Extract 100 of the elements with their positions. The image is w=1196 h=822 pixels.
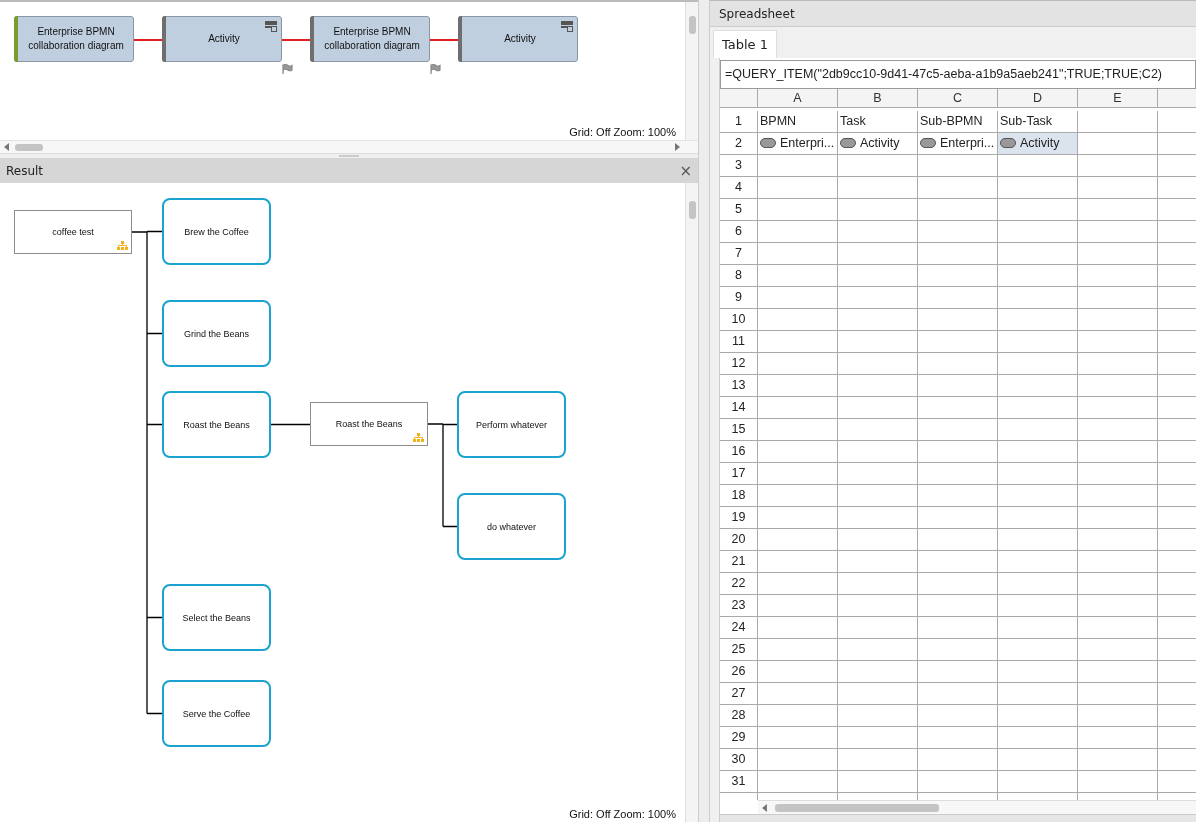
table-cell[interactable] [918, 330, 998, 353]
table-cell[interactable] [918, 286, 998, 309]
table-cell[interactable] [918, 440, 998, 463]
table-cell[interactable] [1078, 484, 1158, 507]
table-cell[interactable] [838, 550, 918, 573]
task-node[interactable]: Grind the Beans [162, 300, 271, 367]
table-cell[interactable] [838, 484, 918, 507]
table-cell[interactable] [998, 506, 1078, 529]
scrollbar-thumb[interactable] [689, 16, 696, 34]
table-cell[interactable] [1078, 682, 1158, 705]
close-button[interactable]: × [679, 161, 692, 180]
table-cell[interactable] [998, 616, 1078, 639]
table-cell[interactable] [998, 594, 1078, 617]
table-cell[interactable] [838, 770, 918, 793]
row-header[interactable]: 8 [720, 264, 758, 287]
task-node[interactable]: do whatever [457, 493, 566, 560]
row-header[interactable]: 6 [720, 220, 758, 243]
table-cell[interactable]: Enterpri... [758, 132, 838, 155]
table-cell[interactable] [1078, 418, 1158, 441]
table-cell[interactable]: Enterpri... [918, 132, 998, 155]
table-cell[interactable] [998, 748, 1078, 771]
scrollbar-thumb[interactable] [689, 201, 696, 219]
table-cell[interactable] [998, 330, 1078, 353]
table-cell[interactable] [758, 308, 838, 331]
row-header[interactable]: 11 [720, 330, 758, 353]
table-cell[interactable] [918, 770, 998, 793]
row-header[interactable]: 15 [720, 418, 758, 441]
table-cell[interactable] [758, 396, 838, 419]
scroll-right-icon[interactable] [674, 143, 680, 151]
table-cell[interactable] [998, 396, 1078, 419]
table-cell[interactable] [1078, 748, 1158, 771]
table-cell[interactable] [918, 220, 998, 243]
table-cell[interactable] [998, 286, 1078, 309]
table-cell[interactable] [1078, 308, 1158, 331]
row-header[interactable]: 9 [720, 286, 758, 309]
table-cell[interactable] [758, 286, 838, 309]
table-cell[interactable] [1078, 198, 1158, 221]
row-header[interactable]: 5 [720, 198, 758, 221]
table-cell[interactable] [998, 660, 1078, 683]
table-cell[interactable] [1078, 242, 1158, 265]
table-cell[interactable] [998, 462, 1078, 485]
table-cell[interactable] [998, 682, 1078, 705]
task-node[interactable]: Brew the Coffee [162, 198, 271, 265]
row-header[interactable]: 17 [720, 462, 758, 485]
scrollbar-thumb[interactable] [775, 804, 939, 813]
table-cell[interactable] [758, 440, 838, 463]
table-cell[interactable] [998, 726, 1078, 749]
table-cell[interactable] [758, 176, 838, 199]
table-cell[interactable] [918, 638, 998, 661]
scroll-left-icon[interactable] [4, 143, 10, 151]
table-cell[interactable] [838, 704, 918, 727]
table-cell[interactable] [998, 440, 1078, 463]
table-cell[interactable] [998, 638, 1078, 661]
table-cell[interactable] [918, 748, 998, 771]
splitter-handle[interactable] [0, 154, 698, 158]
table-cell[interactable] [838, 154, 918, 177]
table-cell[interactable] [758, 748, 838, 771]
table-cell[interactable] [1078, 506, 1158, 529]
row-header[interactable]: 3 [720, 154, 758, 177]
row-header[interactable]: 1 [720, 110, 758, 133]
table-cell[interactable] [758, 572, 838, 595]
horizontal-scrollbar[interactable] [0, 140, 698, 154]
table-cell[interactable] [838, 374, 918, 397]
table-cell[interactable] [758, 198, 838, 221]
table-cell[interactable] [838, 440, 918, 463]
task-node[interactable]: Roast the Beans [162, 391, 271, 458]
table-cell[interactable] [838, 286, 918, 309]
row-header[interactable]: 26 [720, 660, 758, 683]
table-cell[interactable] [758, 528, 838, 551]
table-cell[interactable] [1078, 374, 1158, 397]
row-header[interactable]: 13 [720, 374, 758, 397]
table-cell[interactable] [918, 528, 998, 551]
table-cell[interactable] [758, 682, 838, 705]
table-cell[interactable] [998, 220, 1078, 243]
table-cell[interactable] [918, 572, 998, 595]
table-cell[interactable] [918, 660, 998, 683]
table-cell[interactable] [1078, 264, 1158, 287]
table-cell[interactable]: Task [838, 110, 918, 133]
row-header[interactable]: 27 [720, 682, 758, 705]
table-cell[interactable] [918, 462, 998, 485]
table-cell[interactable] [758, 374, 838, 397]
table-cell[interactable] [758, 242, 838, 265]
row-header[interactable]: 21 [720, 550, 758, 573]
row-header[interactable]: 14 [720, 396, 758, 419]
table-cell[interactable] [758, 220, 838, 243]
table-cell[interactable] [918, 726, 998, 749]
table-cell[interactable] [838, 176, 918, 199]
table-cell[interactable] [838, 594, 918, 617]
table-cell[interactable] [918, 374, 998, 397]
table-cell[interactable] [758, 484, 838, 507]
table-cell[interactable] [1078, 462, 1158, 485]
table-cell[interactable] [1078, 704, 1158, 727]
table-cell[interactable] [1078, 132, 1158, 155]
table-cell[interactable] [758, 638, 838, 661]
table-cell[interactable] [838, 528, 918, 551]
table-cell[interactable] [838, 572, 918, 595]
table-cell[interactable] [918, 682, 998, 705]
vertical-scrollbar[interactable] [685, 2, 698, 140]
table-cell[interactable]: Activity [998, 132, 1078, 155]
row-header[interactable]: 24 [720, 616, 758, 639]
